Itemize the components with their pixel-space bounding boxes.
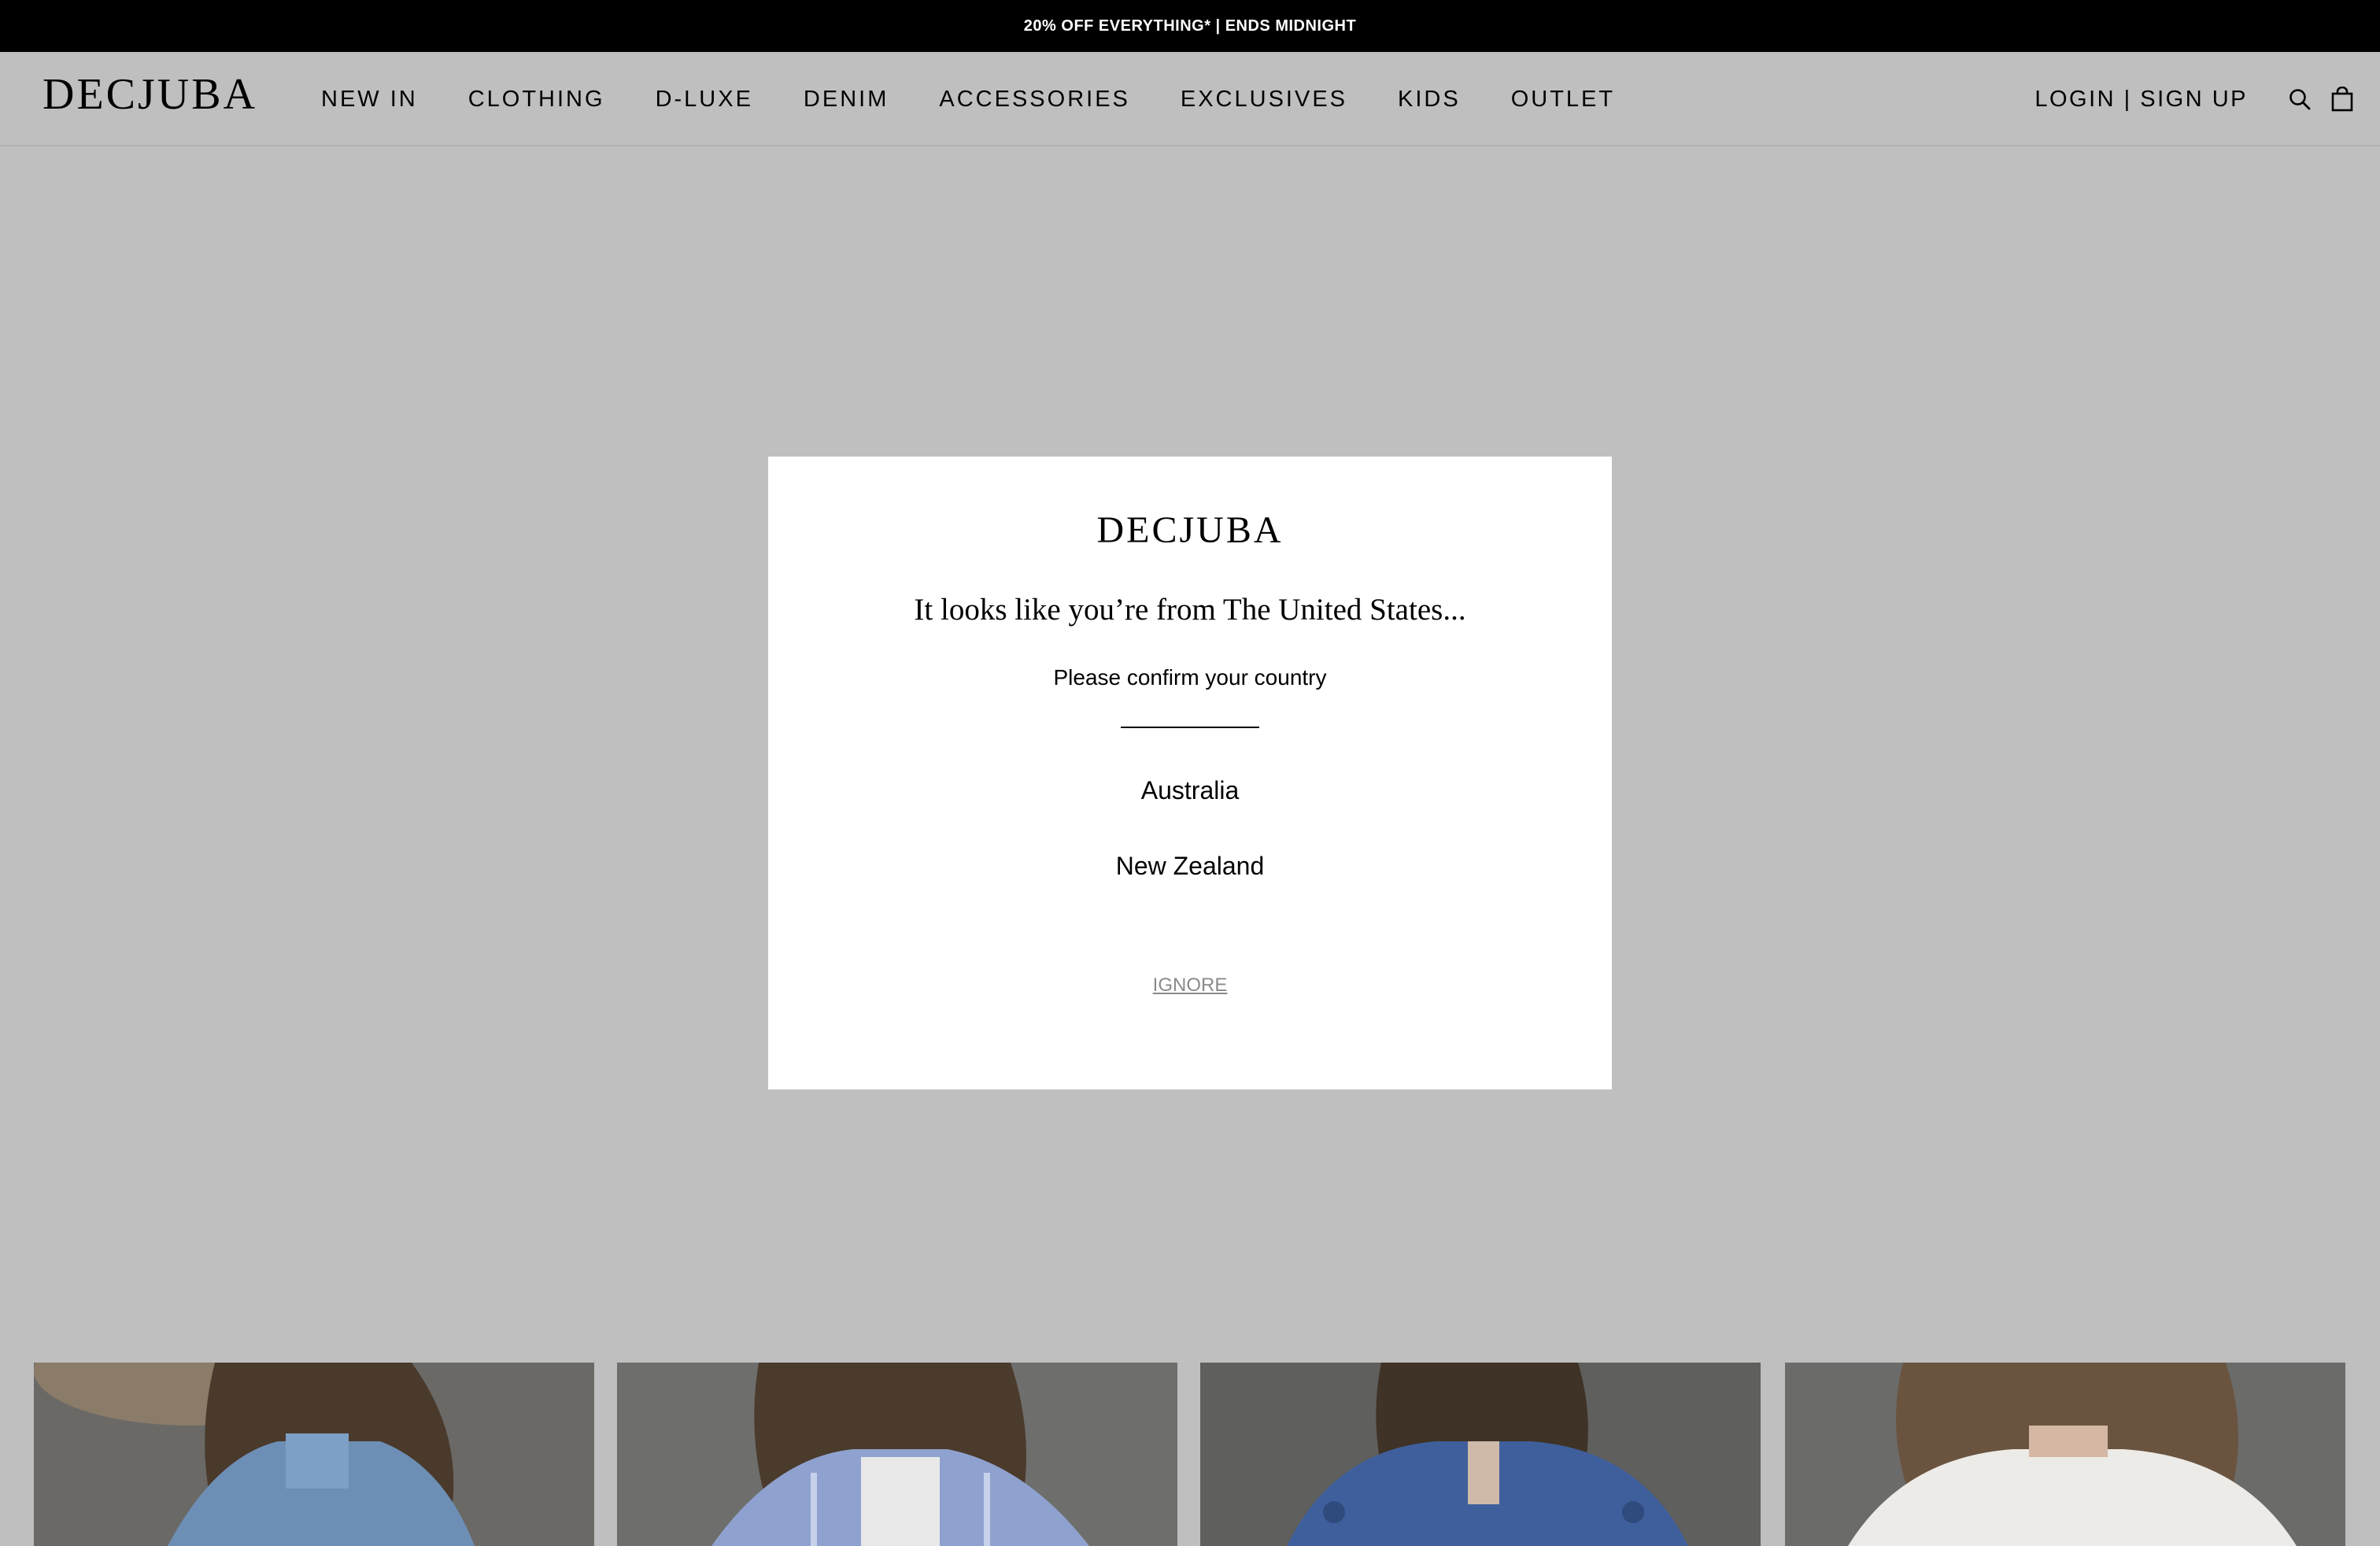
modal-heading: It looks like you’re from The United Sta…	[914, 593, 1466, 627]
country-option-australia[interactable]: Australia	[768, 776, 1612, 805]
main-nav: NEW IN CLOTHING D-LUXE DENIM ACCESSORIES…	[321, 52, 1665, 146]
modal-brand-logo: DECJUBA	[1096, 509, 1284, 551]
nav-item-accessories[interactable]: ACCESSORIES	[939, 87, 1130, 113]
product-image[interactable]	[1785, 1363, 2345, 1546]
announcement-text[interactable]: 20% OFF EVERYTHING* | ENDS MIDNIGHT	[1024, 17, 1356, 35]
product-grid	[0, 1363, 2380, 1546]
modal-subheading: Please confirm your country	[1053, 665, 1327, 690]
nav-item-clothing[interactable]: CLOTHING	[468, 87, 605, 113]
ignore-button[interactable]: IGNORE	[768, 975, 1612, 997]
product-image[interactable]	[617, 1363, 1177, 1546]
brand-logo[interactable]: DECJUBA	[42, 72, 257, 117]
nav-item-outlet[interactable]: OUTLET	[1511, 87, 1615, 113]
nav-item-denim[interactable]: DENIM	[804, 87, 889, 113]
product-image[interactable]	[34, 1363, 594, 1546]
site-header: DECJUBA NEW IN CLOTHING D-LUXE DENIM ACC…	[0, 52, 2380, 146]
header-actions: LOGIN | SIGN UP	[2034, 52, 2356, 146]
nav-item-d-luxe[interactable]: D-LUXE	[656, 87, 753, 113]
announcement-bar[interactable]: 20% OFF EVERYTHING* | ENDS MIDNIGHT	[0, 0, 2380, 52]
nav-item-kids[interactable]: KIDS	[1398, 87, 1461, 113]
nav-item-new-in[interactable]: NEW IN	[321, 87, 418, 113]
country-selector-modal: DECJUBA It looks like you’re from The Un…	[768, 457, 1612, 1089]
nav-item-exclusives[interactable]: EXCLUSIVES	[1181, 87, 1347, 113]
shopping-bag-icon[interactable]	[2328, 85, 2356, 113]
product-image[interactable]	[1200, 1363, 1761, 1546]
login-signup-link[interactable]: LOGIN | SIGN UP	[2034, 87, 2248, 113]
modal-divider	[1121, 727, 1259, 728]
country-option-new-zealand[interactable]: New Zealand	[768, 852, 1612, 881]
search-icon[interactable]	[2286, 85, 2314, 113]
